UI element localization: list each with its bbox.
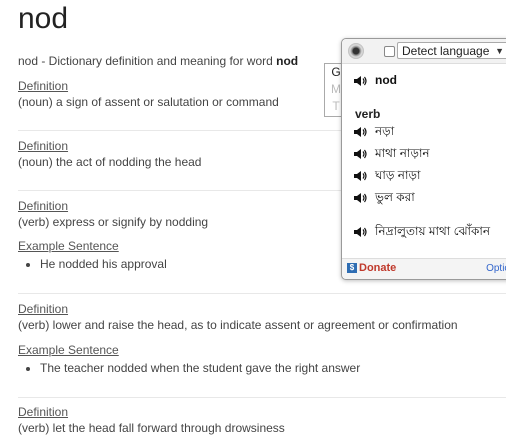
example-sentence-link[interactable]: Example Sentence: [18, 342, 488, 358]
definition-entry: Definition (verb) let the head fall forw…: [18, 404, 488, 436]
definition-link[interactable]: Definition: [18, 404, 488, 420]
speaker-icon[interactable]: [353, 192, 367, 204]
part-of-speech: verb: [355, 107, 381, 121]
popup-toolbar: Detect language ▼: [342, 39, 506, 64]
speaker-icon[interactable]: [353, 226, 367, 238]
translation-text: নড়া: [375, 124, 395, 138]
definition-link[interactable]: Definition: [18, 301, 488, 317]
donate-link[interactable]: $ Donate: [347, 262, 396, 274]
translation-popup: Detect language ▼ nod verb নড়া মাথা নাড…: [341, 38, 506, 280]
translation-text: ঘাড় নাড়া: [375, 168, 421, 182]
page-subtitle: nod - Dictionary definition and meaning …: [18, 54, 298, 68]
translation-row: নড়া: [353, 123, 394, 143]
pin-checkbox[interactable]: [384, 46, 395, 57]
translation-row: নিদ্রালুতায় মাথা ঝোঁকান: [353, 223, 490, 243]
page-title: nod: [18, 2, 69, 35]
definition-entry: Definition (verb) lower and raise the he…: [18, 301, 488, 376]
divider: [18, 397, 506, 398]
subtitle-word: nod: [276, 54, 299, 68]
popup-footer: $Donate Optio: [342, 258, 506, 279]
divider: [18, 293, 506, 294]
example-list: The teacher nodded when the student gave…: [18, 360, 488, 376]
chevron-down-icon: ▼: [495, 46, 504, 56]
subtitle-text: nod - Dictionary definition and meaning …: [18, 54, 277, 68]
options-link[interactable]: Optio: [486, 263, 506, 274]
translation-row: ঘাড় নাড়া: [353, 167, 420, 187]
eye-icon[interactable]: [348, 43, 364, 59]
source-word: nod: [375, 73, 397, 87]
language-select-value: Detect language: [402, 44, 490, 58]
translation-text: নিদ্রালুতায় মাথা ঝোঁকান: [375, 224, 491, 238]
example-item: The teacher nodded when the student gave…: [40, 360, 488, 376]
translation-row: মাথা নাড়ান: [353, 145, 430, 165]
speaker-icon[interactable]: [353, 126, 367, 138]
translation-text: মাথা নাড়ান: [375, 146, 430, 160]
language-select[interactable]: Detect language ▼: [397, 42, 506, 59]
donate-label: Donate: [359, 262, 397, 274]
definition-text: (verb) lower and raise the head, as to i…: [18, 318, 458, 332]
speaker-icon[interactable]: [353, 75, 367, 87]
source-word-row: nod: [353, 73, 397, 87]
translation-row: ভুল করা: [353, 189, 415, 209]
speaker-icon[interactable]: [353, 170, 367, 182]
speaker-icon[interactable]: [353, 148, 367, 160]
donate-icon: $: [347, 263, 357, 274]
translation-text: ভুল করা: [375, 190, 415, 204]
